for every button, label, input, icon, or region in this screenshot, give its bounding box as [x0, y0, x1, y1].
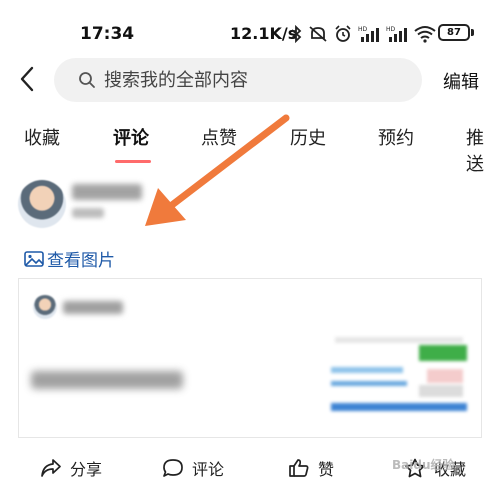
view-images-link[interactable]: 查看图片	[24, 246, 115, 271]
hd-signal-icon: HD	[386, 26, 407, 42]
thumbs-up-icon	[289, 459, 309, 477]
thumb-block	[419, 345, 467, 361]
user-name-blurred	[72, 184, 142, 200]
post-thumbnail	[331, 333, 471, 425]
thumb-block	[331, 403, 467, 411]
arrow-head	[145, 188, 186, 226]
thumb-block	[427, 369, 463, 383]
tab-reservations[interactable]: 预约	[378, 124, 414, 150]
wifi-icon	[414, 26, 436, 43]
edit-button[interactable]: 编辑	[443, 68, 479, 94]
search-box[interactable]	[54, 58, 422, 102]
post-author-blurred	[63, 301, 123, 314]
comment-icon	[163, 459, 183, 477]
tab-likes[interactable]: 点赞	[201, 124, 237, 150]
search-icon	[79, 72, 95, 88]
quoted-post-card[interactable]	[18, 278, 482, 438]
search-input[interactable]	[104, 69, 384, 91]
watermark: Baidu经验	[392, 458, 455, 472]
share-icon	[41, 459, 61, 477]
network-speed: 12.1K/s	[230, 24, 298, 43]
like-button[interactable]: 赞	[288, 456, 334, 480]
active-tab-indicator	[115, 160, 151, 163]
tab-bar: 收藏 评论 点赞 历史 预约 推送	[0, 118, 500, 175]
thumb-block	[331, 381, 407, 386]
tab-comments[interactable]: 评论	[113, 124, 149, 150]
thumb-block	[419, 385, 463, 397]
thumb-block	[331, 367, 403, 373]
tab-push[interactable]: 推送	[466, 124, 500, 176]
share-label: 分享	[70, 460, 103, 479]
comment-button[interactable]: 评论	[162, 456, 224, 480]
like-label: 赞	[318, 460, 335, 479]
svg-text:HD: HD	[386, 26, 396, 33]
comment-time-blurred	[72, 208, 104, 218]
post-author-avatar	[33, 295, 57, 319]
chevron-left-icon	[20, 66, 34, 92]
bluetooth-icon	[291, 25, 302, 43]
comment-label: 评论	[192, 460, 225, 479]
status-time: 17:34	[80, 24, 135, 44]
share-button[interactable]: 分享	[40, 456, 102, 480]
hd-signal-icon: HD	[358, 26, 379, 42]
back-button[interactable]	[14, 64, 40, 94]
mute-icon	[309, 26, 327, 42]
tab-favorites[interactable]: 收藏	[24, 124, 60, 150]
image-icon	[24, 250, 44, 267]
status-icons: HD HD	[290, 24, 436, 44]
battery-icon: 87	[438, 24, 470, 41]
view-images-label: 查看图片	[47, 251, 115, 271]
battery-level: 87	[447, 27, 461, 38]
alarm-icon	[335, 25, 351, 42]
avatar[interactable]	[18, 180, 66, 228]
post-title-blurred	[31, 371, 183, 389]
battery-tip	[471, 29, 474, 36]
tab-history[interactable]: 历史	[290, 124, 326, 150]
thumb-block	[335, 337, 463, 343]
svg-text:HD: HD	[358, 26, 368, 33]
status-bar: 17:34 12.1K/s HD HD 87	[0, 0, 500, 52]
